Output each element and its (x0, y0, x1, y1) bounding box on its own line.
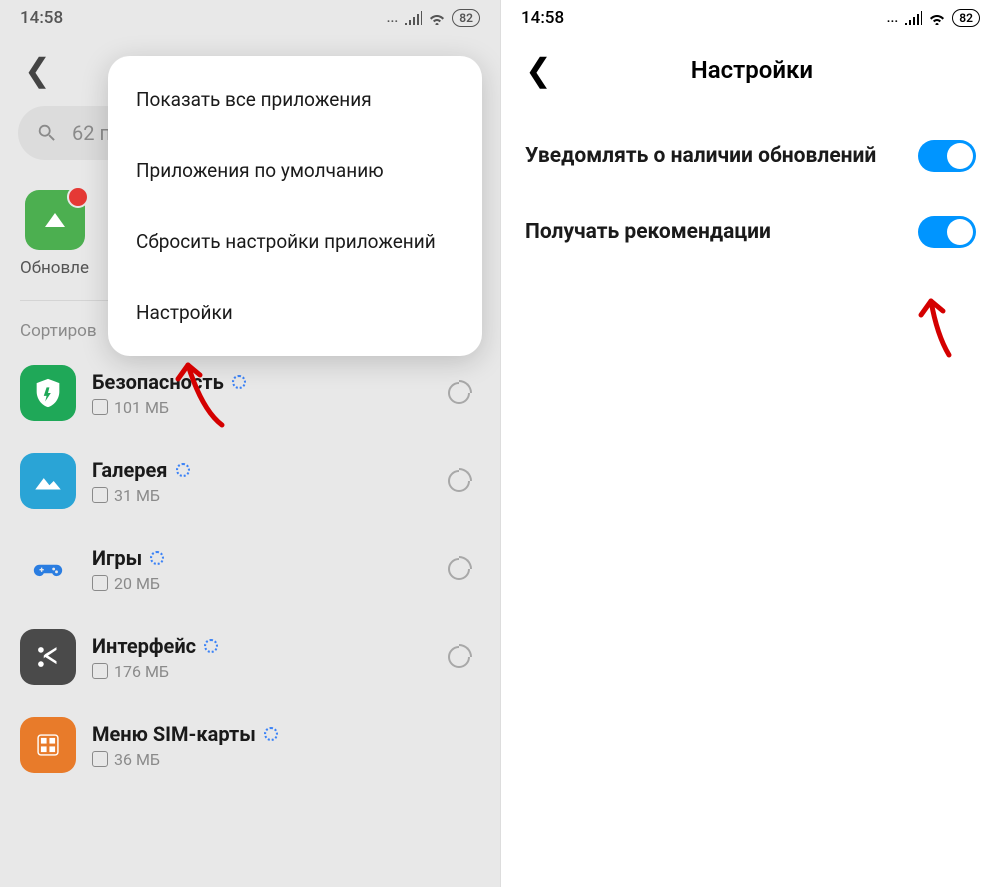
overflow-menu: Показать все приложения Приложения по ум… (108, 56, 482, 356)
toggle-switch[interactable] (918, 216, 976, 248)
clock: 14:58 (521, 8, 564, 28)
shield-icon (20, 365, 76, 421)
app-name: Игры (92, 546, 142, 570)
pie-icon (448, 646, 470, 668)
app-size: 176 МБ (114, 662, 169, 681)
wifi-icon (428, 11, 446, 25)
network-dots-icon: ... (887, 10, 899, 26)
battery-icon: 82 (452, 9, 480, 27)
app-info: Безопасность 101 МБ (92, 370, 432, 417)
storage-icon (92, 751, 108, 767)
loading-icon (204, 639, 218, 653)
app-row-interface[interactable]: Интерфейс 176 МБ (0, 613, 500, 701)
status-icons: ... 82 (387, 9, 480, 27)
app-size: 101 МБ (114, 398, 169, 417)
loading-icon (176, 463, 190, 477)
status-icons: ... 82 (887, 9, 980, 27)
annotation-arrow-icon (901, 285, 981, 365)
menu-item-reset[interactable]: Сбросить настройки приложений (108, 206, 482, 277)
setting-label: Получать рекомендации (525, 220, 902, 244)
gamepad-icon (20, 541, 76, 597)
back-button[interactable]: ❮ (24, 54, 51, 86)
updates-shortcut[interactable]: Обновле (20, 190, 89, 278)
storage-icon (92, 575, 108, 591)
search-value: 62 п (72, 121, 111, 145)
loading-icon (264, 727, 278, 741)
update-icon (25, 190, 85, 250)
storage-icon (92, 487, 108, 503)
app-info: Игры 20 МБ (92, 546, 432, 593)
pie-icon (448, 470, 470, 492)
signal-icon (404, 11, 422, 25)
menu-item-show-all[interactable]: Показать все приложения (108, 64, 482, 135)
pie-icon (448, 558, 470, 580)
page-title: Настройки (528, 56, 976, 84)
clock: 14:58 (20, 8, 63, 28)
wifi-icon (928, 11, 946, 25)
pie-icon (448, 382, 470, 404)
menu-item-settings[interactable]: Настройки (108, 277, 482, 348)
app-size: 31 МБ (114, 486, 160, 505)
app-name: Галерея (92, 458, 168, 482)
setting-notify-updates[interactable]: Уведомлять о наличии обновлений (525, 118, 976, 194)
setting-recommendations[interactable]: Получать рекомендации (525, 194, 976, 270)
signal-icon (904, 11, 922, 25)
app-name: Меню SIM-карты (92, 722, 256, 746)
app-row-security[interactable]: Безопасность 101 МБ (0, 349, 500, 437)
setting-label: Уведомлять о наличии обновлений (525, 144, 902, 168)
toggle-switch[interactable] (918, 140, 976, 172)
app-info: Галерея 31 МБ (92, 458, 432, 505)
scissors-icon (20, 629, 76, 685)
loading-icon (150, 551, 164, 565)
app-name: Безопасность (92, 370, 224, 394)
status-bar: 14:58 ... 82 (0, 0, 500, 36)
arrow-up-icon (45, 213, 65, 227)
header: ❮ Настройки (501, 36, 1000, 94)
shortcut-label: Обновле (20, 258, 89, 278)
gallery-icon (20, 453, 76, 509)
app-row-sim[interactable]: Меню SIM-карты 36 МБ (0, 701, 500, 789)
right-phone-frame: 14:58 ... 82 ❮ Настройки Уведомлять о на… (500, 0, 1000, 887)
app-info: Меню SIM-карты 36 МБ (92, 722, 480, 769)
loading-icon (232, 375, 246, 389)
settings-list: Уведомлять о наличии обновлений Получать… (501, 94, 1000, 294)
app-row-gallery[interactable]: Галерея 31 МБ (0, 437, 500, 525)
app-row-games[interactable]: Игры 20 МБ (0, 525, 500, 613)
network-dots-icon: ... (387, 10, 399, 26)
sim-icon (20, 717, 76, 773)
search-icon (36, 122, 58, 144)
menu-item-default-apps[interactable]: Приложения по умолчанию (108, 135, 482, 206)
storage-icon (92, 663, 108, 679)
storage-icon (92, 399, 108, 415)
left-phone-frame: 14:58 ... 82 ❮ 62 п Обновле Сортиров Б (0, 0, 500, 887)
app-size: 36 МБ (114, 750, 160, 769)
app-name: Интерфейс (92, 634, 196, 658)
status-bar: 14:58 ... 82 (501, 0, 1000, 36)
battery-icon: 82 (952, 9, 980, 27)
app-info: Интерфейс 176 МБ (92, 634, 432, 681)
app-size: 20 МБ (114, 574, 160, 593)
